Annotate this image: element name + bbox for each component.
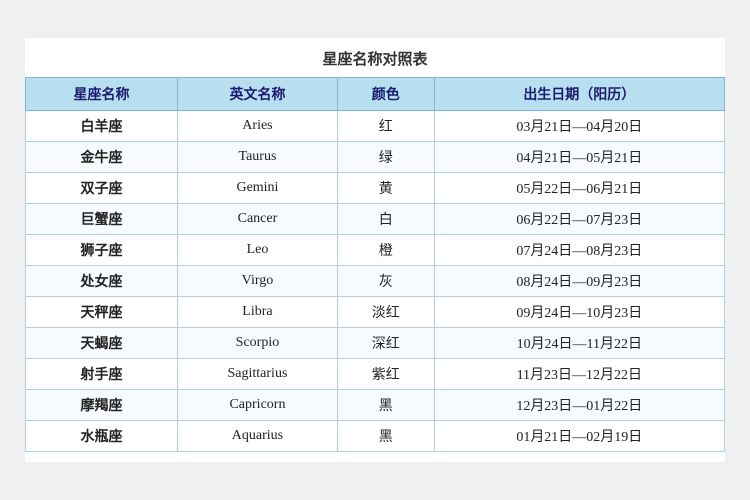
cell-english: Virgo xyxy=(178,266,338,297)
cell-date: 11月23日—12月22日 xyxy=(434,359,724,390)
cell-chinese: 金牛座 xyxy=(26,142,178,173)
cell-date: 07月24日—08月23日 xyxy=(434,235,724,266)
cell-chinese: 双子座 xyxy=(26,173,178,204)
cell-color: 灰 xyxy=(337,266,434,297)
header-color: 颜色 xyxy=(337,78,434,111)
table-row: 双子座Gemini黄05月22日—06月21日 xyxy=(26,173,725,204)
cell-english: Aquarius xyxy=(178,421,338,452)
cell-date: 08月24日—09月23日 xyxy=(434,266,724,297)
cell-chinese: 水瓶座 xyxy=(26,421,178,452)
cell-color: 紫红 xyxy=(337,359,434,390)
cell-date: 09月24日—10月23日 xyxy=(434,297,724,328)
cell-color: 深红 xyxy=(337,328,434,359)
main-container: 星座名称对照表 星座名称 英文名称 颜色 出生日期（阳历） 白羊座Aries红0… xyxy=(25,38,725,462)
table-row: 射手座Sagittarius紫红11月23日—12月22日 xyxy=(26,359,725,390)
cell-color: 黄 xyxy=(337,173,434,204)
cell-english: Aries xyxy=(178,111,338,142)
cell-english: Gemini xyxy=(178,173,338,204)
zodiac-table: 星座名称 英文名称 颜色 出生日期（阳历） 白羊座Aries红03月21日—04… xyxy=(25,77,725,452)
table-row: 天蝎座Scorpio深红10月24日—11月22日 xyxy=(26,328,725,359)
cell-color: 橙 xyxy=(337,235,434,266)
cell-color: 淡红 xyxy=(337,297,434,328)
cell-english: Leo xyxy=(178,235,338,266)
header-chinese: 星座名称 xyxy=(26,78,178,111)
cell-color: 白 xyxy=(337,204,434,235)
cell-english: Sagittarius xyxy=(178,359,338,390)
cell-chinese: 天蝎座 xyxy=(26,328,178,359)
cell-chinese: 处女座 xyxy=(26,266,178,297)
cell-english: Cancer xyxy=(178,204,338,235)
cell-chinese: 摩羯座 xyxy=(26,390,178,421)
cell-color: 黑 xyxy=(337,390,434,421)
table-row: 狮子座Leo橙07月24日—08月23日 xyxy=(26,235,725,266)
cell-date: 05月22日—06月21日 xyxy=(434,173,724,204)
cell-chinese: 天秤座 xyxy=(26,297,178,328)
page-title: 星座名称对照表 xyxy=(25,48,725,69)
cell-color: 绿 xyxy=(337,142,434,173)
header-english: 英文名称 xyxy=(178,78,338,111)
table-row: 水瓶座Aquarius黑01月21日—02月19日 xyxy=(26,421,725,452)
cell-chinese: 射手座 xyxy=(26,359,178,390)
table-row: 摩羯座Capricorn黑12月23日—01月22日 xyxy=(26,390,725,421)
cell-date: 10月24日—11月22日 xyxy=(434,328,724,359)
cell-date: 12月23日—01月22日 xyxy=(434,390,724,421)
cell-date: 03月21日—04月20日 xyxy=(434,111,724,142)
table-row: 金牛座Taurus绿04月21日—05月21日 xyxy=(26,142,725,173)
cell-english: Libra xyxy=(178,297,338,328)
cell-date: 01月21日—02月19日 xyxy=(434,421,724,452)
table-row: 白羊座Aries红03月21日—04月20日 xyxy=(26,111,725,142)
cell-date: 06月22日—07月23日 xyxy=(434,204,724,235)
table-header-row: 星座名称 英文名称 颜色 出生日期（阳历） xyxy=(26,78,725,111)
table-row: 巨蟹座Cancer白06月22日—07月23日 xyxy=(26,204,725,235)
table-row: 天秤座Libra淡红09月24日—10月23日 xyxy=(26,297,725,328)
cell-color: 黑 xyxy=(337,421,434,452)
cell-date: 04月21日—05月21日 xyxy=(434,142,724,173)
cell-english: Scorpio xyxy=(178,328,338,359)
cell-chinese: 白羊座 xyxy=(26,111,178,142)
cell-english: Capricorn xyxy=(178,390,338,421)
cell-color: 红 xyxy=(337,111,434,142)
cell-chinese: 巨蟹座 xyxy=(26,204,178,235)
table-row: 处女座Virgo灰08月24日—09月23日 xyxy=(26,266,725,297)
header-date: 出生日期（阳历） xyxy=(434,78,724,111)
table-body: 白羊座Aries红03月21日—04月20日金牛座Taurus绿04月21日—0… xyxy=(26,111,725,452)
cell-chinese: 狮子座 xyxy=(26,235,178,266)
cell-english: Taurus xyxy=(178,142,338,173)
